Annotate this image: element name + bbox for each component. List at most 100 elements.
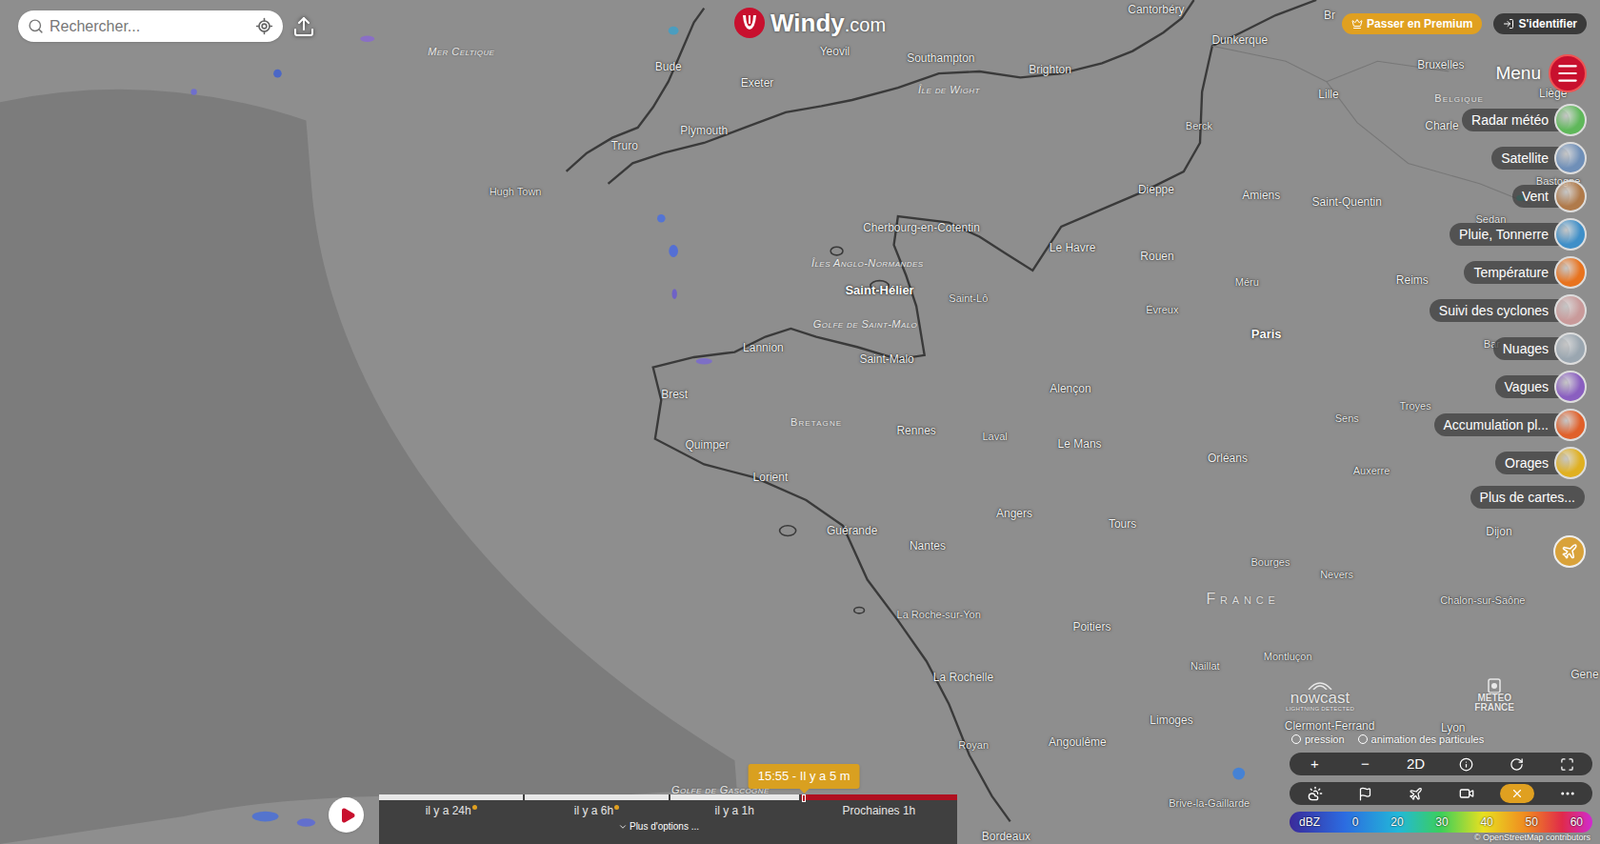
login-button[interactable]: S'identifier xyxy=(1493,13,1587,35)
map-label: Bretagne xyxy=(790,416,842,427)
view-button[interactable]: 2D xyxy=(1390,753,1441,776)
layer-item[interactable]: Satellite xyxy=(1491,139,1587,178)
timeline-marker[interactable] xyxy=(801,794,806,802)
map-label: Southampton xyxy=(906,52,975,64)
map-label: Troyes xyxy=(1399,400,1431,412)
toggle[interactable]: pression xyxy=(1291,731,1345,748)
locate-icon[interactable] xyxy=(255,17,274,36)
rotate-icon[interactable] xyxy=(1509,757,1524,772)
close-overlay-icon[interactable] xyxy=(1510,786,1524,800)
map-label: La Rochelle xyxy=(933,671,994,683)
layer-icon xyxy=(1554,332,1587,365)
map-label: Quimper xyxy=(684,439,729,451)
layer-icon xyxy=(1554,294,1587,327)
attribution: © OpenStreetMap contributors xyxy=(1474,831,1591,844)
info-icon[interactable] xyxy=(1459,757,1474,772)
map-label: La Roche-sur-Yon xyxy=(897,609,981,620)
nowcast-arc-icon xyxy=(1305,680,1335,690)
legend-unit: dBZ xyxy=(1299,813,1320,831)
play-button[interactable] xyxy=(328,797,364,833)
map-label: Golfe de Saint-Malo xyxy=(813,318,918,329)
layer-icon xyxy=(1554,446,1587,480)
zoom-in-button[interactable]: + xyxy=(1289,753,1340,776)
flag-icon[interactable] xyxy=(1358,786,1373,801)
segment-dot xyxy=(614,804,620,810)
timeline[interactable]: il y a 24hil y a 6hil y a 1hProchaines 1… xyxy=(379,794,958,844)
map-label: Guérande xyxy=(826,524,878,537)
webcam-icon[interactable] xyxy=(1459,785,1475,801)
windy-logo[interactable]: Windy.com xyxy=(734,7,886,39)
play-icon xyxy=(339,806,357,824)
hamburger-icon xyxy=(1555,60,1580,86)
toggle-dot xyxy=(1291,734,1301,744)
nowcast-logo: nowcastLIGHTNING DETECTED xyxy=(1285,680,1355,712)
timeline-segment[interactable]: il y a 6h xyxy=(524,794,668,820)
layer-item[interactable]: Radar météo xyxy=(1461,100,1587,140)
layer-item[interactable]: Nuages xyxy=(1493,329,1587,368)
map-label: Hugh Town xyxy=(489,186,542,198)
top-left-bar: Rechercher... xyxy=(18,10,316,42)
map-label: Plymouth xyxy=(680,124,728,137)
map-label: Le Havre xyxy=(1049,241,1097,254)
map-label: Bordeaux xyxy=(981,830,1031,842)
layer-item[interactable]: Orages xyxy=(1495,443,1587,482)
map-label: Yeovil xyxy=(820,45,851,58)
layer-icon xyxy=(1554,141,1587,175)
map-label: Nantes xyxy=(909,540,946,552)
overlay-toggles: pression animation des particules xyxy=(1291,731,1484,748)
map-label: Cantorbéry xyxy=(1127,3,1184,16)
map-label: Auxerre xyxy=(1353,464,1391,476)
map-label: Mer Celtique xyxy=(427,45,495,57)
layer-item[interactable]: Pluie, Tonnerre xyxy=(1449,215,1587,254)
map-label: Dijon xyxy=(1485,525,1512,538)
providers: nowcastLIGHTNING DETECTEDMETEOFRANCE xyxy=(1285,678,1515,713)
map-label: Lille xyxy=(1318,88,1339,100)
fullscreen-icon[interactable] xyxy=(1560,757,1575,772)
map-label: Royan xyxy=(958,740,989,751)
map-label: Lyon xyxy=(1440,721,1466,734)
menu-button[interactable]: Menu xyxy=(1495,53,1587,94)
layer-menu: Menu Radar météoSatelliteVentPluie, Tonne… xyxy=(1429,53,1587,568)
timeline-segment[interactable]: il y a 1h xyxy=(670,794,800,820)
map-label: Lorient xyxy=(753,471,789,483)
current-time-tooltip: 15:55 - Il y a 5 m xyxy=(748,763,860,789)
map-label: Poitiers xyxy=(1072,620,1111,633)
premium-button[interactable]: Passer en Premium xyxy=(1341,13,1482,35)
logo-text: Windy xyxy=(770,10,845,36)
timeline-segment[interactable]: Prochaines 1h xyxy=(800,794,958,820)
map-label: France xyxy=(1205,591,1280,607)
weather-icon[interactable] xyxy=(1307,785,1323,801)
map-label: Angoulême xyxy=(1048,736,1107,748)
timeline-segment[interactable]: il y a 24h xyxy=(379,794,523,820)
toggle[interactable]: animation des particules xyxy=(1358,731,1485,748)
map-label: Paris xyxy=(1251,327,1282,340)
airplane-button[interactable] xyxy=(1553,535,1586,568)
map-label: Îles Anglo-Normandes xyxy=(811,258,923,269)
layer-item[interactable]: Vagues xyxy=(1495,367,1587,406)
share-icon[interactable] xyxy=(292,15,316,39)
crown-icon xyxy=(1351,18,1363,30)
map-label: Saint-Hélier xyxy=(844,283,914,297)
layer-item[interactable]: Accumulation pl... xyxy=(1434,405,1588,444)
more-options[interactable]: Plus d'options ... xyxy=(379,819,958,834)
layer-item[interactable]: Vent xyxy=(1512,177,1587,216)
map-label: Méru xyxy=(1235,276,1260,287)
legend-tick: 0 xyxy=(1352,813,1360,831)
login-icon xyxy=(1502,18,1515,30)
map-label: Clermont-Ferrand xyxy=(1284,720,1376,732)
more-icon[interactable] xyxy=(1559,784,1577,802)
map-label: Le Mans xyxy=(1058,438,1102,450)
more-maps-button[interactable]: Plus de cartes... xyxy=(1470,481,1585,513)
map-label: Dieppe xyxy=(1138,183,1175,196)
windy-app: Mer CeltiqueCantorbéryBrBudeExeterYeovil… xyxy=(0,0,1600,844)
search-field[interactable]: Rechercher... xyxy=(18,10,283,42)
layer-item[interactable]: Température xyxy=(1463,253,1587,292)
map-label: Br xyxy=(1323,9,1336,21)
airport-icon[interactable] xyxy=(1408,786,1423,801)
layer-item[interactable]: Suivi des cyclones xyxy=(1429,291,1587,330)
map-label: Orléans xyxy=(1207,452,1248,464)
map-label: Cherbourg-en-Cotentin xyxy=(862,221,980,234)
map-label: Brighton xyxy=(1028,63,1072,76)
map-label: Naillat xyxy=(1190,660,1220,671)
zoom-out-button[interactable]: − xyxy=(1340,753,1391,776)
